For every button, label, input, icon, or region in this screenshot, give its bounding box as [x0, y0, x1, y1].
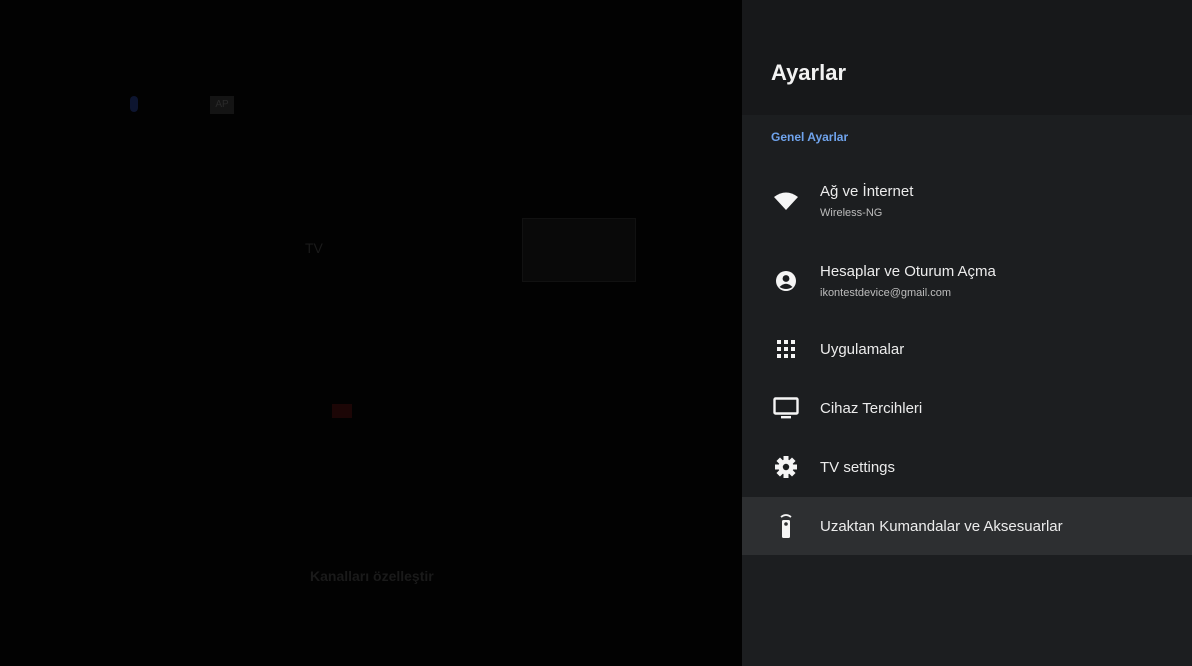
app-tile: [522, 218, 636, 282]
account-icon: [772, 267, 800, 295]
settings-item-network[interactable]: Ağ ve İnternet Wireless-NG: [742, 172, 1192, 230]
home-screen-background: AP TV Kanalları özelleştir: [0, 0, 742, 666]
section-label-general: Genel Ayarlar: [771, 130, 849, 144]
settings-item-label: Uygulamalar: [820, 340, 905, 358]
tv-label: TV: [305, 240, 323, 256]
settings-item-remotes-accessories[interactable]: Uzaktan Kumandalar ve Aksesuarlar: [742, 497, 1192, 555]
ap-badge: AP: [210, 96, 234, 114]
remote-icon: [772, 512, 800, 540]
settings-item-device-preferences[interactable]: Cihaz Tercihleri: [742, 379, 1192, 437]
settings-item-tv-settings[interactable]: TV settings: [742, 438, 1192, 496]
channel-logo: [332, 404, 352, 418]
page-title: Ayarlar: [771, 60, 847, 85]
tv-icon: [772, 394, 800, 422]
wifi-icon: [772, 187, 800, 215]
settings-item-label: Hesaplar ve Oturum Açma: [820, 263, 996, 280]
settings-item-label: Uzaktan Kumandalar ve Aksesuarlar: [820, 517, 1063, 535]
settings-item-accounts[interactable]: Hesaplar ve Oturum Açma ikontestdevice@g…: [742, 252, 1192, 310]
settings-item-apps[interactable]: Uygulamalar: [742, 320, 1192, 378]
gear-icon: [772, 453, 800, 481]
settings-panel: Ayarlar Genel Ayarlar Ağ ve İnternet Wir…: [742, 0, 1192, 666]
apps-grid-icon: [772, 335, 800, 363]
settings-item-label: Ağ ve İnternet: [820, 183, 914, 200]
settings-item-subtitle: ikontestdevice@gmail.com: [820, 287, 951, 299]
mic-icon: [130, 96, 138, 112]
settings-item-label: Cihaz Tercihleri: [820, 399, 923, 417]
settings-item-label: TV settings: [820, 458, 896, 476]
settings-header: Ayarlar: [742, 0, 1192, 115]
settings-item-subtitle: Wireless-NG: [820, 207, 883, 219]
customize-channels-link: Kanalları özelleştir: [310, 568, 434, 584]
